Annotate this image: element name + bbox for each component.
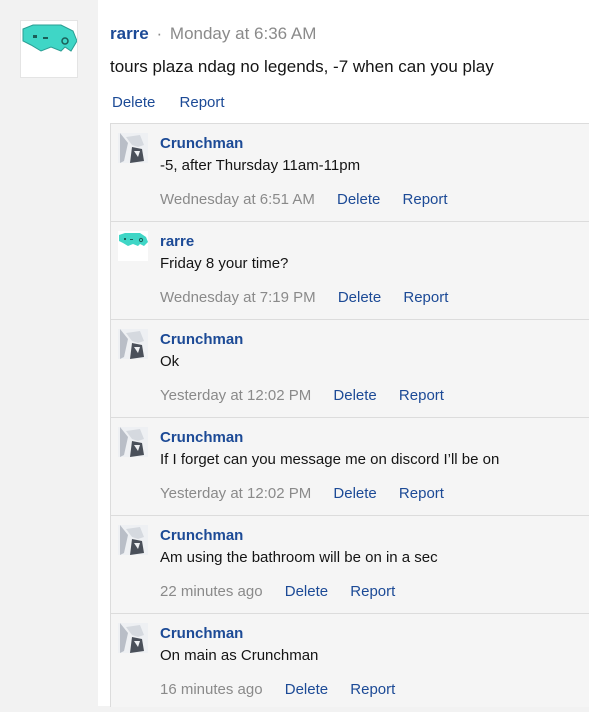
reply-delete-button[interactable]: Delete	[333, 387, 376, 404]
anime-character-icon	[118, 525, 148, 555]
reply-report-button[interactable]: Report	[350, 681, 395, 698]
reply-delete-button[interactable]: Delete	[333, 485, 376, 502]
reply-author-link[interactable]: Crunchman	[160, 135, 243, 152]
reply-item: Crunchman Ok Yesterday at 12:02 PM Delet…	[111, 320, 589, 418]
reply-author-link[interactable]: Crunchman	[160, 429, 243, 446]
reply-message: On main as Crunchman	[160, 647, 319, 664]
reply-timestamp[interactable]: 22 minutes ago	[160, 583, 263, 600]
profile-post: rarre · Monday at 6:36 AM tours plaza nd…	[0, 0, 589, 707]
reply-report-button[interactable]: Report	[399, 387, 444, 404]
reply-report-button[interactable]: Report	[403, 191, 448, 208]
reply-meta: Yesterday at 12:02 PM Delete Report	[160, 485, 462, 502]
reply-meta: Wednesday at 6:51 AM Delete Report	[160, 191, 466, 208]
reply-author-link[interactable]: Crunchman	[160, 625, 243, 642]
reply-message: Ok	[160, 353, 180, 370]
reply-timestamp[interactable]: Wednesday at 7:19 PM	[160, 289, 316, 306]
crunchman-avatar[interactable]	[118, 525, 148, 555]
anime-character-icon	[118, 427, 148, 457]
crunchman-avatar[interactable]	[118, 329, 148, 359]
reply-meta: 16 minutes ago Delete Report	[160, 681, 413, 698]
reply-delete-button[interactable]: Delete	[285, 583, 328, 600]
reply-report-button[interactable]: Report	[403, 289, 448, 306]
anime-character-icon	[118, 623, 148, 653]
reply-meta: Wednesday at 7:19 PM Delete Report	[160, 289, 466, 306]
post-actions: Delete Report	[112, 94, 245, 111]
reply-author-link[interactable]: Crunchman	[160, 331, 243, 348]
reply-item: rarre Friday 8 your time? Wednesday at 7…	[111, 222, 589, 320]
reply-message: -5, after Thursday 11am-11pm	[160, 157, 361, 174]
reply-item: Crunchman If I forget can you message me…	[111, 418, 589, 516]
reply-delete-button[interactable]: Delete	[285, 681, 328, 698]
reply-message: Am using the bathroom will be on in a se…	[160, 549, 438, 566]
reply-timestamp[interactable]: 16 minutes ago	[160, 681, 263, 698]
post-timestamp[interactable]: Monday at 6:36 AM	[170, 24, 316, 43]
crunchman-avatar[interactable]	[118, 623, 148, 653]
reply-timestamp[interactable]: Wednesday at 6:51 AM	[160, 191, 315, 208]
reply-meta: Yesterday at 12:02 PM Delete Report	[160, 387, 462, 404]
teal-creature-icon	[22, 24, 77, 52]
anime-character-icon	[118, 329, 148, 359]
post-author-link[interactable]: rarre	[110, 24, 149, 43]
reply-item: Crunchman On main as Crunchman 16 minute…	[111, 614, 589, 712]
post-delete-button[interactable]: Delete	[112, 94, 155, 111]
anime-character-icon	[118, 133, 148, 163]
reply-message: Friday 8 your time?	[160, 255, 289, 272]
reply-report-button[interactable]: Report	[350, 583, 395, 600]
post-report-button[interactable]: Report	[180, 94, 225, 111]
crunchman-avatar[interactable]	[118, 133, 148, 163]
reply-timestamp[interactable]: Yesterday at 12:02 PM	[160, 387, 311, 404]
teal-creature-icon	[118, 231, 148, 261]
reply-delete-button[interactable]: Delete	[338, 289, 381, 306]
reply-meta: 22 minutes ago Delete Report	[160, 583, 413, 600]
separator-dot: ·	[156, 24, 163, 43]
rarre-avatar[interactable]	[118, 231, 148, 261]
reply-item: Crunchman Am using the bathroom will be …	[111, 516, 589, 614]
reply-author-link[interactable]: Crunchman	[160, 527, 243, 544]
replies-list: Crunchman -5, after Thursday 11am-11pm W…	[110, 123, 589, 707]
post-message: tours plaza ndag no legends, -7 when can…	[110, 57, 494, 76]
reply-item: Crunchman -5, after Thursday 11am-11pm W…	[111, 124, 589, 222]
post-header: rarre · Monday at 6:36 AM	[110, 24, 316, 44]
reply-author-link[interactable]: rarre	[160, 233, 194, 250]
reply-timestamp[interactable]: Yesterday at 12:02 PM	[160, 485, 311, 502]
rarre-avatar[interactable]	[20, 20, 78, 78]
reply-report-button[interactable]: Report	[399, 485, 444, 502]
reply-delete-button[interactable]: Delete	[337, 191, 380, 208]
reply-message: If I forget can you message me on discor…	[160, 451, 500, 468]
crunchman-avatar[interactable]	[118, 427, 148, 457]
